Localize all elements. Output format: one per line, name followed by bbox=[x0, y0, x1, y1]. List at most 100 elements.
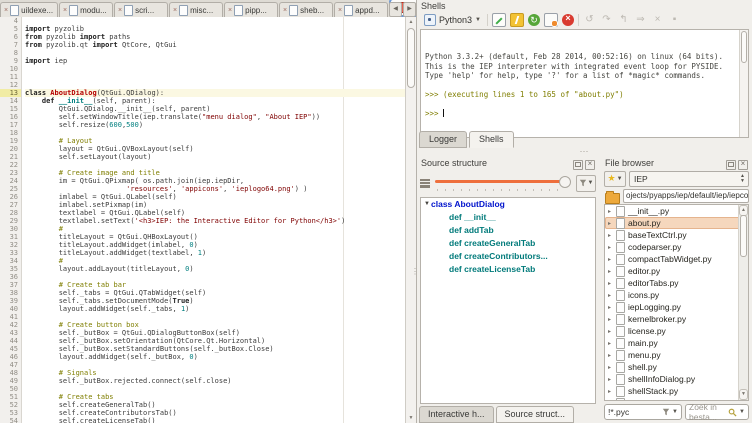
file-row[interactable]: ▸kernelbroker.py bbox=[605, 313, 748, 325]
path-input[interactable]: ojects/pyapps/iep/default/iep/iepcore bbox=[623, 189, 749, 203]
editor-tab[interactable]: ×scri... bbox=[114, 2, 168, 17]
structure-filter-button[interactable]: ▼ bbox=[576, 175, 596, 192]
close-tab-icon[interactable]: × bbox=[338, 7, 342, 14]
scroll-down-icon[interactable]: ▼ bbox=[406, 413, 416, 423]
file-row[interactable]: ▸about.py bbox=[605, 217, 748, 229]
debug-step-over-icon[interactable]: ↷ bbox=[600, 14, 613, 26]
expand-arrow-icon[interactable]: ▸ bbox=[608, 244, 616, 251]
tab-scroll-right-icon[interactable]: ▶ bbox=[403, 2, 416, 17]
file-row[interactable]: ▸shellStack.py bbox=[605, 385, 748, 397]
filename-filter-input[interactable]: !*.pyc ▼ bbox=[604, 404, 682, 420]
debug-step-out-icon[interactable]: ↰ bbox=[617, 14, 630, 26]
file-row[interactable]: ▸icons.py bbox=[605, 289, 748, 301]
close-tab-icon[interactable]: × bbox=[228, 7, 232, 14]
file-row[interactable]: ▸menu.py bbox=[605, 349, 748, 361]
editor-tab[interactable]: ×misc... bbox=[169, 2, 223, 17]
shell-selector[interactable]: Python3 ▼ bbox=[422, 13, 483, 27]
expand-arrow-icon[interactable]: ▸ bbox=[608, 400, 616, 402]
tree-item[interactable]: def __init__ bbox=[421, 211, 595, 224]
expand-arrow-icon[interactable]: ▸ bbox=[608, 280, 616, 287]
debug-pause-icon[interactable]: ▪ bbox=[668, 14, 681, 26]
code-area[interactable]: import pyzolibfrom pyzolib import pathsf… bbox=[22, 17, 406, 423]
file-list-scrollbar[interactable]: ▲ ▼ bbox=[738, 205, 748, 400]
file-row[interactable]: ▸__init__.py bbox=[605, 205, 748, 217]
expand-arrow-icon[interactable]: ▸ bbox=[608, 388, 616, 395]
scroll-down-icon[interactable]: ▼ bbox=[739, 389, 748, 400]
expand-arrow-icon[interactable]: ▸ bbox=[608, 256, 616, 263]
file-row[interactable]: ▸iepLogging.py bbox=[605, 301, 748, 313]
expand-arrow-icon[interactable]: ▸ bbox=[608, 340, 616, 347]
shell-scrollbar-thumb[interactable] bbox=[741, 31, 747, 63]
file-row[interactable]: ▸shell.py bbox=[605, 361, 748, 373]
editor-vertical-scrollbar[interactable]: ▲ ▼ bbox=[405, 17, 416, 423]
expand-arrow-icon[interactable]: ▸ bbox=[608, 268, 616, 275]
search-in-files-input[interactable]: Zoek in besta... ▼ bbox=[685, 404, 749, 420]
editor-tab[interactable]: ×pipp... bbox=[224, 2, 278, 17]
expand-arrow-icon[interactable]: ▸ bbox=[608, 352, 616, 359]
slider-handle[interactable] bbox=[559, 176, 571, 188]
expand-arrow-icon[interactable]: ▸ bbox=[608, 232, 616, 239]
terminate-shell-icon[interactable] bbox=[562, 14, 574, 26]
close-tab-icon[interactable]: × bbox=[283, 7, 287, 14]
debug-continue-icon[interactable]: ⇒ bbox=[634, 14, 647, 26]
expand-arrow-icon[interactable]: ▸ bbox=[608, 292, 616, 299]
close-tab-icon[interactable]: × bbox=[4, 7, 8, 14]
horizontal-splitter-handle[interactable]: ⋯ bbox=[417, 149, 752, 157]
debug-restart-icon[interactable]: ↺ bbox=[583, 14, 596, 26]
editor-tab[interactable]: ×modu... bbox=[59, 2, 113, 17]
tree-item[interactable]: def createLicenseTab bbox=[421, 263, 595, 276]
close-tab-icon[interactable]: × bbox=[118, 7, 122, 14]
float-panel-icon[interactable] bbox=[573, 160, 583, 170]
editor-scrollbar-thumb[interactable] bbox=[407, 28, 415, 88]
expand-arrow-icon[interactable]: ▸ bbox=[608, 376, 616, 383]
file-row[interactable]: ▸ license.py bbox=[605, 325, 748, 337]
collapse-icon[interactable]: ▼ bbox=[423, 198, 431, 211]
expand-arrow-icon[interactable]: ▸ bbox=[608, 208, 616, 215]
file-row[interactable]: ▸main.py bbox=[605, 337, 748, 349]
edit-shell-icon[interactable] bbox=[492, 13, 506, 27]
editor-tab[interactable]: ×uildexe... bbox=[0, 2, 58, 17]
expand-arrow-icon[interactable]: ▸ bbox=[608, 364, 616, 371]
tree-item[interactable]: def addTab bbox=[421, 224, 595, 237]
file-row[interactable]: ▸splash.py bbox=[605, 397, 748, 401]
tab-scroll-left-icon[interactable]: ◀ bbox=[389, 2, 402, 17]
tab-interactive-help[interactable]: Interactive h... bbox=[419, 406, 494, 423]
interrupt-shell-icon[interactable] bbox=[510, 13, 524, 27]
close-tab-icon[interactable]: × bbox=[173, 7, 177, 14]
expand-arrow-icon[interactable]: ▸ bbox=[608, 316, 616, 323]
file-list-scrollbar-thumb[interactable] bbox=[740, 215, 747, 257]
file-row[interactable]: ▸editor.py bbox=[605, 265, 748, 277]
bookmarks-button[interactable]: ★ ▼ bbox=[604, 171, 626, 187]
tab-source-structure[interactable]: Source struct... bbox=[496, 406, 575, 423]
clear-screen-icon[interactable] bbox=[544, 13, 558, 27]
shell-scrollbar[interactable] bbox=[739, 30, 748, 137]
tab-logger[interactable]: Logger bbox=[419, 131, 467, 148]
file-row[interactable]: ▸shellInfoDialog.py bbox=[605, 373, 748, 385]
vertical-splitter-handle[interactable]: ⋮ bbox=[411, 270, 417, 274]
restart-shell-icon[interactable] bbox=[528, 14, 540, 26]
scroll-up-icon[interactable]: ▲ bbox=[406, 17, 416, 27]
tree-item[interactable]: ▼class AboutDialog bbox=[421, 198, 595, 211]
editor-tab[interactable]: ×sheb... bbox=[279, 2, 333, 17]
close-panel-icon[interactable] bbox=[738, 160, 748, 170]
editor-tab[interactable]: ×appd... bbox=[334, 2, 388, 17]
file-row[interactable]: ▸editorTabs.py bbox=[605, 277, 748, 289]
float-panel-icon[interactable] bbox=[726, 160, 736, 170]
project-selector[interactable]: IEP ▲▼ bbox=[629, 171, 749, 187]
file-name: license.py bbox=[628, 326, 666, 336]
file-row[interactable]: ▸compactTabWidget.py bbox=[605, 253, 748, 265]
tree-item[interactable]: def createContributors... bbox=[421, 250, 595, 263]
file-row[interactable]: ▸baseTextCtrl.py bbox=[605, 229, 748, 241]
file-row[interactable]: ▸codeparser.py bbox=[605, 241, 748, 253]
tree-item[interactable]: def createGeneralTab bbox=[421, 237, 595, 250]
expand-arrow-icon[interactable]: ▸ bbox=[608, 304, 616, 311]
close-tab-icon[interactable]: × bbox=[63, 7, 67, 14]
expand-arrow-icon[interactable]: ▸ bbox=[608, 328, 616, 335]
folder-up-button[interactable] bbox=[604, 190, 620, 203]
expand-arrow-icon[interactable]: ▸ bbox=[608, 220, 616, 227]
close-panel-icon[interactable] bbox=[585, 160, 595, 170]
structure-depth-slider[interactable] bbox=[435, 175, 571, 191]
shell-output[interactable]: Python 3.3.2+ (default, Feb 28 2014, 00:… bbox=[420, 29, 749, 138]
tab-shells[interactable]: Shells bbox=[469, 131, 514, 148]
debug-stop-icon[interactable]: × bbox=[651, 14, 664, 26]
